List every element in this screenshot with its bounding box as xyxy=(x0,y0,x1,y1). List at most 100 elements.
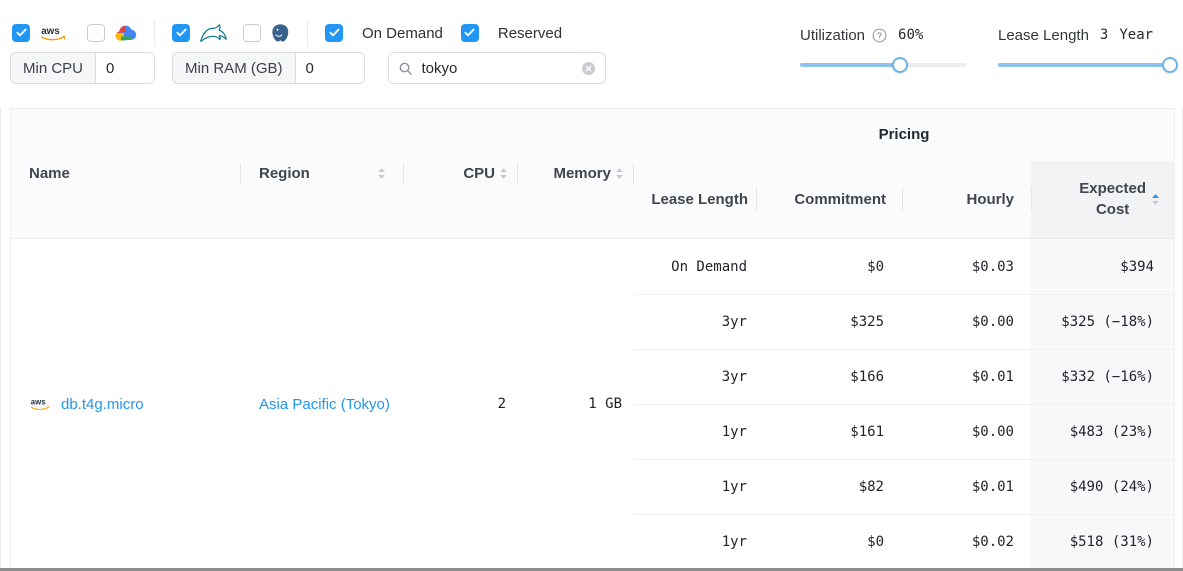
slider-fill xyxy=(998,63,1170,67)
expected-cost-cell: $325 (−18%) xyxy=(1031,295,1174,349)
pricing-row: 3yr $166 $0.01 $332 (−16%) xyxy=(634,349,1174,404)
lease-length-label: Lease Length xyxy=(998,27,1089,44)
commitment-cell: $166 xyxy=(756,350,902,404)
on-demand-label: On Demand xyxy=(362,25,443,42)
gcp-logo-icon xyxy=(114,25,138,42)
commitment-cell: $82 xyxy=(756,460,902,514)
slider-thumb[interactable] xyxy=(1162,57,1178,73)
column-header-memory[interactable]: Memory xyxy=(518,109,634,238)
sort-icon xyxy=(615,167,624,180)
check-icon xyxy=(464,28,475,37)
slider-thumb[interactable] xyxy=(892,57,908,73)
pricing-row: 1yr $82 $0.01 $490 (24%) xyxy=(634,459,1174,514)
clear-search-icon[interactable] xyxy=(581,61,596,76)
lease-cell: 1yr xyxy=(634,515,756,569)
expected-cost-line1: Expected xyxy=(1079,180,1146,197)
search-box xyxy=(388,52,606,84)
lease-length-unit: Year xyxy=(1119,27,1153,43)
pricing-subheaders: Lease Length Commitment Hourly Expected … xyxy=(634,161,1174,238)
aws-provider-checkbox[interactable] xyxy=(12,24,30,42)
price-comparison-app: aws xyxy=(0,0,1183,571)
pricing-header-group: Pricing Lease Length Commitment Hourly E… xyxy=(634,109,1174,238)
hourly-cell: $0.02 xyxy=(902,515,1031,569)
min-ram-filter: Min RAM (GB) xyxy=(172,52,365,84)
on-demand-toggle: On Demand xyxy=(325,24,443,42)
hourly-cell: $0.03 xyxy=(902,239,1031,294)
filter-group-divider xyxy=(307,20,308,46)
lease-cell: On Demand xyxy=(634,239,756,294)
pricing-row: 1yr $161 $0.00 $483 (23%) xyxy=(634,404,1174,459)
expected-cost-line2: Cost xyxy=(1096,201,1129,218)
table-header: Name Region CPU Memory xyxy=(11,109,1174,239)
gcp-provider-toggle xyxy=(87,24,138,42)
lease-cell: 3yr xyxy=(634,295,756,349)
commitment-cell: $0 xyxy=(756,515,902,569)
toggle-filters-row: aws xyxy=(12,20,562,46)
gcp-provider-checkbox[interactable] xyxy=(87,24,105,42)
sort-icon-ascending xyxy=(1151,193,1160,206)
pricing-row: On Demand $0 $0.03 $394 xyxy=(634,239,1174,294)
commitment-cell: $0 xyxy=(756,239,902,294)
column-header-cpu[interactable]: CPU xyxy=(404,109,518,238)
column-header-commitment: Commitment xyxy=(756,161,902,238)
pricing-group-header: Pricing xyxy=(634,109,1174,161)
lease-length-control: Lease Length 3 Year xyxy=(998,26,1170,73)
value-filters-row: Min CPU Min RAM (GB) xyxy=(10,52,606,84)
lease-length-slider[interactable] xyxy=(998,57,1170,73)
instance-region-cell: Asia Pacific (Tokyo) xyxy=(241,396,404,413)
pricing-rows: On Demand $0 $0.03 $394 3yr $325 $0.00 $… xyxy=(634,239,1174,569)
reserved-checkbox[interactable] xyxy=(461,24,479,42)
instance-cpu-cell: 2 xyxy=(404,396,518,412)
svg-text:?: ? xyxy=(877,30,882,40)
check-icon xyxy=(176,28,187,37)
instance-row: aws db.t4g.micro Asia Pacific (Tokyo) 2 … xyxy=(11,239,634,569)
aws-logo-icon: aws xyxy=(39,23,69,43)
svg-text:aws: aws xyxy=(41,26,60,37)
column-header-name: Name xyxy=(11,109,241,238)
svg-text:aws: aws xyxy=(31,398,46,407)
hourly-cell: $0.00 xyxy=(902,295,1031,349)
column-header-region[interactable]: Region xyxy=(241,109,404,238)
mysql-engine-checkbox[interactable] xyxy=(172,24,190,42)
filters-toolbar: aws xyxy=(0,0,1183,108)
column-header-expected-cost[interactable]: Expected Cost xyxy=(1031,161,1174,238)
expected-cost-cell: $518 (31%) xyxy=(1031,515,1174,569)
mysql-icon xyxy=(199,23,229,44)
utilization-value: 60% xyxy=(898,27,923,43)
slider-fill xyxy=(800,63,900,67)
sort-icon xyxy=(499,167,508,180)
on-demand-checkbox[interactable] xyxy=(325,24,343,42)
table-header-left: Name Region CPU Memory xyxy=(11,109,634,238)
utilization-slider[interactable] xyxy=(800,57,966,73)
instances-table: Name Region CPU Memory xyxy=(10,108,1175,569)
min-cpu-label: Min CPU xyxy=(11,53,96,83)
lease-cell: 3yr xyxy=(634,350,756,404)
filter-group-divider xyxy=(154,20,155,46)
aws-logo-icon: aws xyxy=(29,396,53,412)
expected-cost-cell: $490 (24%) xyxy=(1031,460,1174,514)
check-icon xyxy=(16,28,27,37)
lease-cell: 1yr xyxy=(634,460,756,514)
instance-region-link[interactable]: Asia Pacific (Tokyo) xyxy=(259,396,390,413)
min-ram-label: Min RAM (GB) xyxy=(173,53,296,83)
hourly-cell: $0.01 xyxy=(902,350,1031,404)
reserved-label: Reserved xyxy=(498,25,562,42)
mysql-engine-toggle xyxy=(172,23,229,44)
expected-cost-cell: $483 (23%) xyxy=(1031,405,1174,459)
pricing-row: 3yr $325 $0.00 $325 (−18%) xyxy=(634,294,1174,349)
lease-length-value: 3 xyxy=(1100,27,1108,43)
min-cpu-input[interactable] xyxy=(96,53,154,83)
instance-memory-cell: 1 GB xyxy=(518,396,634,412)
column-header-lease-length: Lease Length xyxy=(634,161,756,238)
min-cpu-filter: Min CPU xyxy=(10,52,155,84)
lease-cell: 1yr xyxy=(634,405,756,459)
instance-name-link[interactable]: db.t4g.micro xyxy=(61,396,144,413)
postgresql-engine-checkbox[interactable] xyxy=(243,24,261,42)
min-ram-input[interactable] xyxy=(296,53,364,83)
check-icon xyxy=(329,28,340,37)
postgresql-icon xyxy=(270,23,291,44)
help-icon[interactable]: ? xyxy=(872,28,887,43)
postgresql-engine-toggle xyxy=(243,23,291,44)
search-input[interactable] xyxy=(420,59,574,78)
instance-name-cell: aws db.t4g.micro xyxy=(11,396,241,413)
